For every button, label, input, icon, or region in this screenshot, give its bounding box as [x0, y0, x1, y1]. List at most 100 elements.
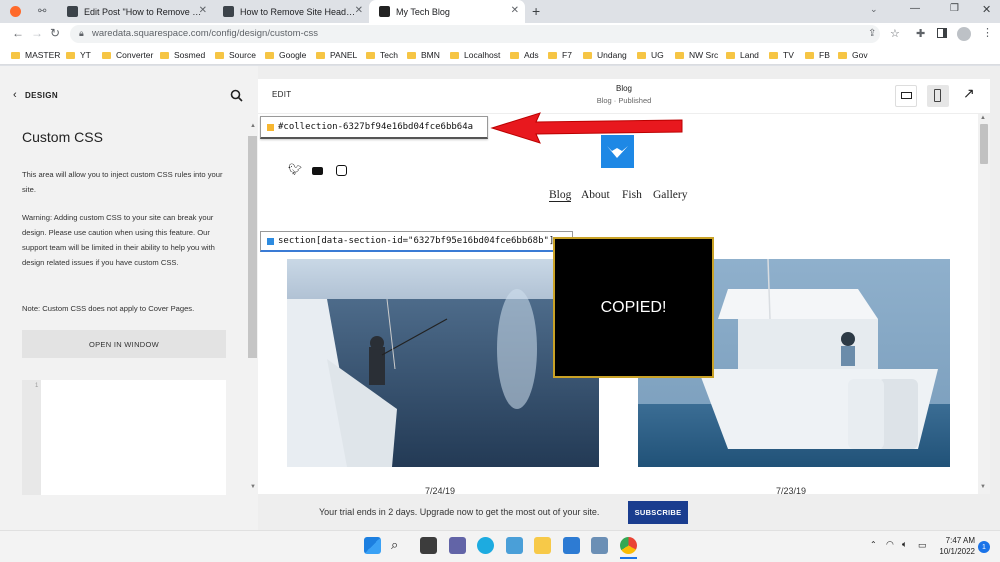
- bookmark-star-icon[interactable]: ☆: [890, 27, 900, 40]
- bookmark-land[interactable]: Land: [726, 50, 759, 60]
- new-tab-button[interactable]: +: [532, 3, 540, 19]
- bookmark-master[interactable]: MASTER: [11, 50, 60, 60]
- search-taskbar-icon[interactable]: ⌕: [391, 537, 408, 554]
- back-to-design[interactable]: DESIGN: [25, 91, 58, 100]
- bookmark-converter[interactable]: Converter: [102, 50, 153, 60]
- bookmark-gov[interactable]: Gov: [838, 50, 868, 60]
- bookmark-ads[interactable]: Ads: [510, 50, 539, 60]
- mobile-view-button[interactable]: [927, 85, 949, 107]
- scroll-up-icon[interactable]: ▲: [980, 115, 986, 121]
- panel-scroll-down-icon[interactable]: ▼: [250, 484, 256, 490]
- css-editor[interactable]: [22, 380, 226, 495]
- remote-desktop-icon[interactable]: [506, 537, 523, 554]
- back-icon[interactable]: ←: [12, 26, 24, 40]
- folder-icon: [316, 51, 325, 59]
- search-icon[interactable]: [230, 89, 243, 102]
- folder-icon: [675, 51, 684, 59]
- bookmark-tv[interactable]: TV: [769, 50, 794, 60]
- panel-scroll-up-icon[interactable]: ▲: [250, 123, 256, 129]
- youtube-icon[interactable]: [312, 167, 323, 175]
- tab-my-tech-blog[interactable]: My Tech Blog ✕: [369, 0, 525, 23]
- bookmark-source[interactable]: Source: [215, 50, 256, 60]
- app-icon[interactable]: [591, 537, 608, 554]
- battery-icon[interactable]: ▭: [918, 540, 927, 551]
- address-bar[interactable]: 🔒︎ waredata.squarespace.com/config/desig…: [70, 25, 880, 43]
- chevron-up-icon[interactable]: ⌃: [870, 540, 877, 549]
- profile-avatar[interactable]: [957, 27, 971, 41]
- chevron-left-icon[interactable]: ‹: [13, 89, 17, 101]
- folder-icon: [838, 51, 847, 59]
- windows-start-icon[interactable]: [364, 537, 381, 554]
- side-panel-icon[interactable]: [937, 28, 947, 38]
- extensions-icon[interactable]: ✚: [916, 27, 925, 40]
- bookmark-bmn[interactable]: BMN: [407, 50, 440, 60]
- tab-remove-header[interactable]: How to Remove Site Header Squ✕: [213, 0, 369, 23]
- clock-date[interactable]: 10/1/2022: [933, 547, 975, 556]
- lock-icon: 🔒︎: [79, 28, 84, 38]
- preview-page-status: Blog · Published: [596, 96, 652, 105]
- tab-edit-post[interactable]: Edit Post "How to Remove Site H✕: [57, 0, 213, 23]
- warning-text: Warning: Adding custom CSS to your site …: [22, 213, 215, 267]
- wifi-icon[interactable]: ◠: [886, 539, 894, 550]
- bookmark-nw-src[interactable]: NW Src: [675, 50, 718, 60]
- squarespace-icon: [379, 6, 390, 17]
- close-icon[interactable]: ✕: [511, 5, 519, 16]
- window-close-icon[interactable]: ✕: [982, 3, 991, 16]
- task-view-icon[interactable]: [420, 537, 437, 554]
- tab-ahrefs[interactable]: [0, 0, 28, 23]
- close-icon[interactable]: ✕: [199, 5, 207, 16]
- notification-badge[interactable]: 1: [978, 541, 990, 553]
- bookmark-tech[interactable]: Tech: [366, 50, 398, 60]
- twitter-icon[interactable]: 🐦︎: [288, 163, 302, 176]
- preview-scrollbar-thumb[interactable]: [980, 124, 988, 164]
- section-selector-chip[interactable]: section[data-section-id="6327bf95e16bd04…: [260, 231, 573, 252]
- tab-link[interactable]: ⚯: [28, 0, 56, 23]
- file-explorer-icon[interactable]: [534, 537, 551, 554]
- forward-icon[interactable]: →: [31, 26, 43, 40]
- minimize-icon[interactable]: —: [910, 3, 920, 14]
- panel-scrollbar-thumb[interactable]: [248, 136, 257, 358]
- nav-gallery[interactable]: Gallery: [653, 189, 687, 201]
- wordpress-icon: [223, 6, 234, 17]
- bookmark-google[interactable]: Google: [265, 50, 306, 60]
- nav-about[interactable]: About: [581, 189, 610, 201]
- preview-header: EDIT Blog Blog · Published ↗: [258, 79, 990, 113]
- volume-icon[interactable]: 🔈︎: [902, 539, 907, 550]
- nav-fish[interactable]: Fish: [622, 189, 642, 201]
- tab-search-icon[interactable]: ⌄: [870, 4, 878, 15]
- edge-icon[interactable]: [477, 537, 494, 554]
- bookmark-ug[interactable]: UG: [637, 50, 664, 60]
- bookmark-fb[interactable]: FB: [805, 50, 830, 60]
- subscribe-button[interactable]: SUBSCRIBE: [628, 501, 688, 524]
- chrome-icon[interactable]: [620, 537, 637, 554]
- bookmark-localhost[interactable]: Localhost: [450, 50, 500, 60]
- close-icon[interactable]: ✕: [355, 5, 363, 16]
- bookmark-sosmed[interactable]: Sosmed: [160, 50, 205, 60]
- bookmark-undang[interactable]: Undang: [583, 50, 627, 60]
- menu-icon[interactable]: ⋮: [982, 26, 993, 39]
- bookmark-yt[interactable]: YT: [66, 50, 91, 60]
- restore-icon[interactable]: ❐: [950, 3, 959, 14]
- bookmark-panel[interactable]: PANEL: [316, 50, 357, 60]
- collection-selector-chip[interactable]: #collection-6327bf94e16bd04fce6bb64a: [260, 116, 488, 139]
- preview-scrollbar[interactable]: [978, 114, 990, 494]
- share-icon[interactable]: ⇪: [868, 28, 876, 39]
- copy-icon: [267, 124, 274, 131]
- bookmark-f7[interactable]: F7: [548, 50, 572, 60]
- open-in-window-button[interactable]: OPEN IN WINDOW: [22, 330, 226, 358]
- reload-icon[interactable]: ↻: [50, 26, 60, 40]
- wordpress-icon: [67, 6, 78, 17]
- copied-text: COPIED!: [600, 298, 667, 316]
- mobile-icon: [934, 89, 941, 102]
- notepad-icon[interactable]: [563, 537, 580, 554]
- nav-blog[interactable]: Blog: [549, 189, 572, 202]
- scroll-down-icon[interactable]: ▼: [980, 484, 986, 490]
- clock-time[interactable]: 7:47 AM: [939, 536, 975, 545]
- instagram-icon[interactable]: [336, 165, 347, 176]
- teams-icon[interactable]: [449, 537, 466, 554]
- tab-title: My Tech Blog: [396, 6, 450, 17]
- desktop-view-button[interactable]: [895, 85, 917, 107]
- folder-icon: [548, 51, 557, 59]
- external-link-icon[interactable]: ↗: [963, 85, 975, 102]
- edit-button[interactable]: EDIT: [272, 90, 291, 99]
